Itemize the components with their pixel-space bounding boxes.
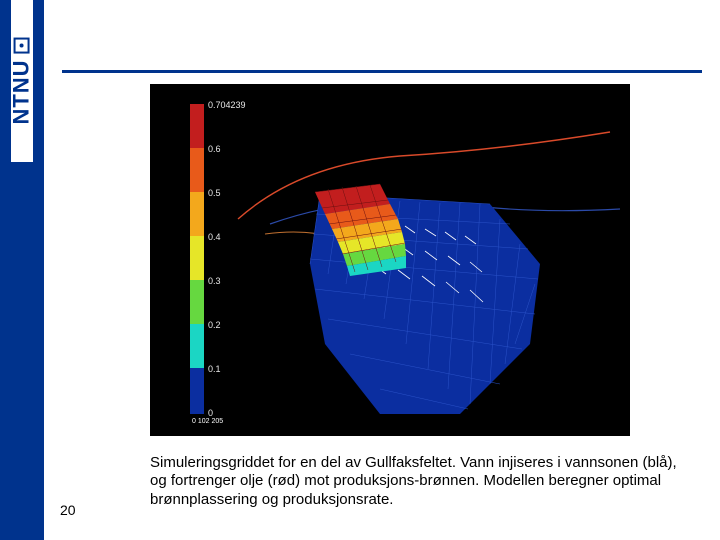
colorbar-label-7: 0 — [208, 408, 213, 418]
colorbar — [190, 104, 204, 414]
slide: NTNU — [0, 0, 720, 540]
page-number: 20 — [60, 502, 76, 518]
colorbar-label-2: 0.5 — [208, 188, 221, 198]
brand-logo-container: NTNU — [11, 0, 33, 162]
colorbar-label-5: 0.2 — [208, 320, 221, 330]
header-divider — [62, 70, 702, 73]
colorbar-label-0: 0.704239 — [208, 100, 246, 110]
brand-logo: NTNU — [9, 37, 35, 124]
colorbar-scale: 0 102 205 — [192, 418, 223, 425]
simulation-viz — [150, 84, 630, 436]
colorbar-label-4: 0.3 — [208, 276, 221, 286]
brand-name: NTNU — [9, 59, 35, 124]
brand-square-icon — [14, 37, 30, 53]
colorbar-label-6: 0.1 — [208, 364, 221, 374]
brand-dot-icon — [20, 43, 24, 47]
colorbar-label-3: 0.4 — [208, 232, 221, 242]
simulation-figure: 0.704239 0.6 0.5 0.4 0.3 0.2 0.1 0 0 102… — [150, 84, 630, 436]
brand-sidebar: NTNU — [0, 0, 44, 540]
figure-caption: Simuleringsgriddet for en del av Gullfak… — [150, 454, 690, 509]
colorbar-label-1: 0.6 — [208, 144, 221, 154]
